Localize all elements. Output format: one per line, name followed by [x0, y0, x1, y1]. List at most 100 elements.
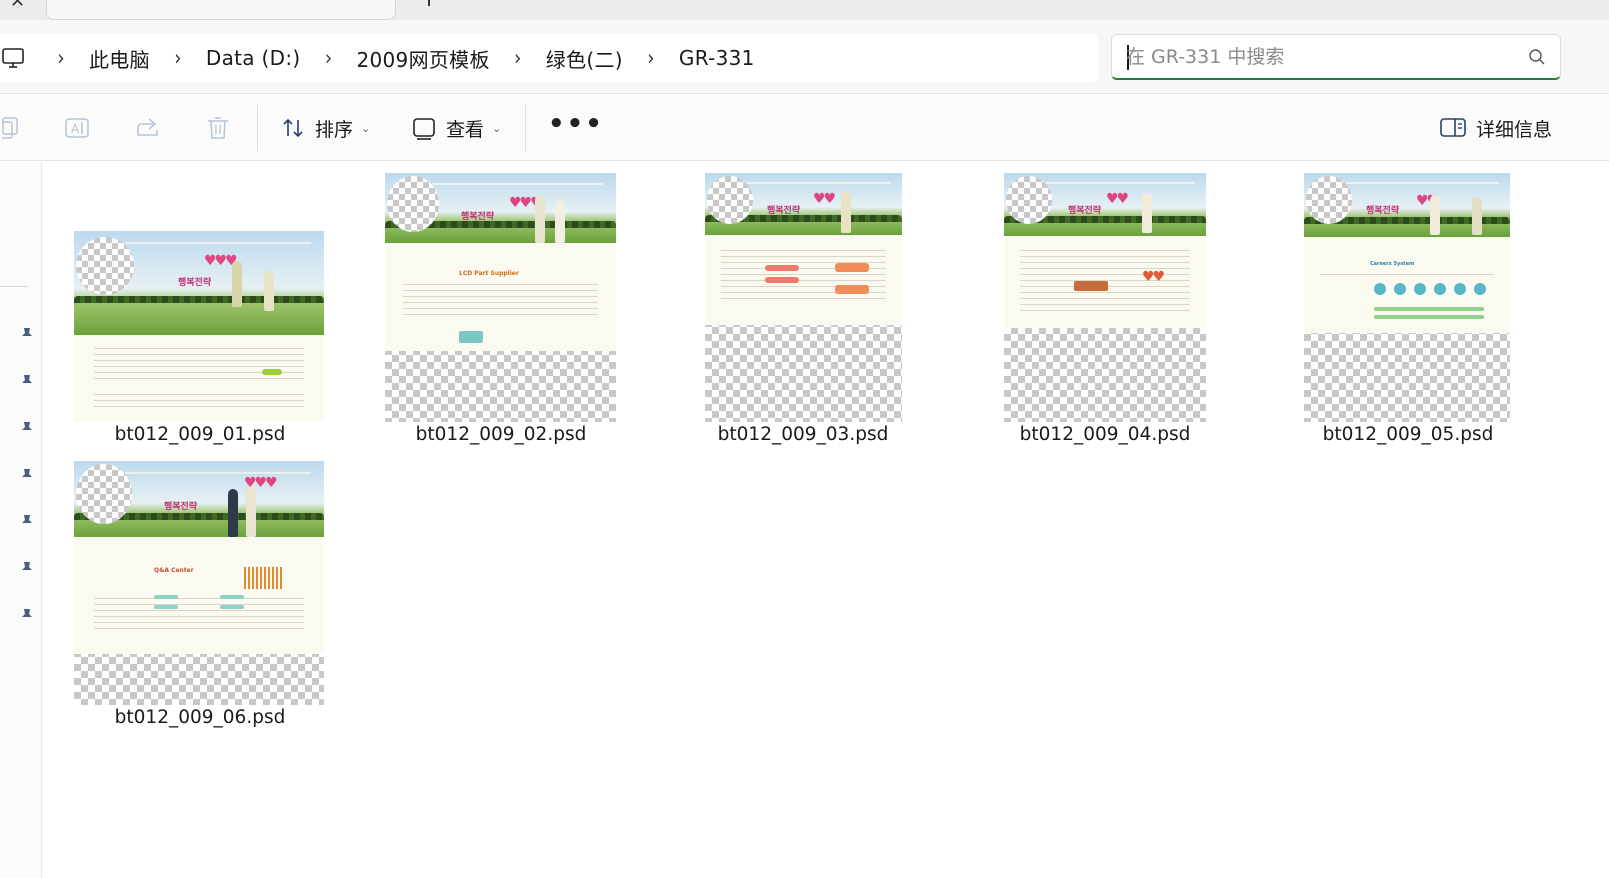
thumbnail-circle-button: [1394, 283, 1406, 295]
thumbnail-person: [264, 271, 274, 311]
thumbnail-table: [1374, 307, 1484, 311]
thumbnail-text-lines: [403, 279, 598, 319]
thumbnail-page: ♥♥ 행복전략 ♥♥: [1004, 173, 1206, 328]
pin-icon[interactable]: [18, 420, 36, 438]
sort-button[interactable]: 排序 ⌄: [281, 109, 370, 147]
file-thumbnail: ♥♥ 행복전략: [705, 173, 902, 422]
thumbnail-person: [1472, 197, 1482, 235]
chevron-right-icon[interactable]: ›: [50, 45, 72, 70]
breadcrumb-items: › 此电脑 › Data (D:) › 2009网页模板 › 绿色(二) › G…: [50, 34, 772, 82]
more-options-icon[interactable]: •••: [548, 111, 604, 137]
thumbnail-pill: [154, 595, 178, 599]
file-item[interactable]: ♥♥♥ 행복전략 Q&A Center bt012_009_06.psd: [50, 455, 350, 735]
thumbnail-pill: [765, 265, 799, 271]
thumbnail-heading: Q&A Center: [154, 567, 194, 574]
thumbnail-slogan: 행복전략: [461, 212, 495, 222]
thumbnail-page: ♥♥♥ 행복전략 LCD Part Supplier: [385, 173, 616, 351]
svg-text:A: A: [71, 122, 80, 136]
thumbnail-person: [232, 261, 242, 307]
file-name[interactable]: bt012_009_04.psd: [955, 424, 1255, 445]
pin-icon[interactable]: [18, 560, 36, 578]
rename-icon[interactable]: A: [64, 115, 90, 141]
breadcrumb-item-data-d[interactable]: Data (D:): [189, 46, 318, 70]
new-tab-icon[interactable]: [428, 0, 430, 6]
share-icon[interactable]: [135, 115, 161, 141]
file-thumbnail: ♥♥♥ 행복전략 Q&A Center: [74, 461, 324, 705]
thumbnail-person: [228, 489, 238, 537]
heart-balloons-icon: ♥♥: [1106, 191, 1129, 207]
toolbar-divider: [257, 105, 258, 151]
delete-icon[interactable]: [205, 115, 231, 141]
view-icon: [413, 118, 435, 140]
thumbnail-text-lines: [94, 389, 304, 411]
thumbnail-circle-button: [1374, 283, 1386, 295]
address-row: › 此电脑 › Data (D:) › 2009网页模板 › 绿色(二) › G…: [0, 20, 1609, 94]
view-button[interactable]: 查看 ⌄: [412, 109, 501, 147]
file-name[interactable]: bt012_009_05.psd: [1258, 424, 1558, 445]
thumbnail-image: [1074, 281, 1108, 291]
file-thumbnail: ♥♥ 행복전략 ♥♥: [1004, 173, 1206, 422]
thumbnail-navbar: [124, 470, 312, 475]
thumbnail-page: ♥♥♥ 행복전략: [74, 231, 324, 422]
search-input[interactable]: [1124, 43, 1504, 71]
pin-icon[interactable]: [18, 326, 36, 344]
breadcrumb-item-gr-331[interactable]: GR-331: [662, 46, 772, 70]
pin-icon[interactable]: [18, 513, 36, 531]
command-bar: A 排序 ⌄ 查看 ⌄ ••• 详细信息: [0, 95, 1609, 161]
file-thumbnail: ♥♥♥ 행복전략: [74, 231, 324, 422]
thumbnail-circle: [387, 176, 439, 232]
balloons-icon: ♥♥: [1142, 269, 1165, 285]
file-item[interactable]: ♥♥ 행복전략 bt012_009_03.psd: [653, 165, 953, 450]
thumbnail-trees: [74, 296, 324, 303]
chevron-right-icon[interactable]: ›: [640, 45, 662, 70]
pin-icon[interactable]: [18, 467, 36, 485]
file-item[interactable]: ♥♥ 행복전략 Careers System bt012_009_05.psd: [1258, 165, 1558, 450]
heart-balloons-icon: ♥♥: [813, 191, 836, 207]
thumbnail-navbar: [124, 240, 312, 245]
file-name[interactable]: bt012_009_01.psd: [50, 424, 350, 445]
breadcrumb[interactable]: › 此电脑 › Data (D:) › 2009网页模板 › 绿色(二) › G…: [0, 34, 1098, 82]
search-box[interactable]: [1111, 34, 1561, 80]
details-pane-button[interactable]: 详细信息: [1440, 109, 1552, 147]
pin-icon[interactable]: [18, 373, 36, 391]
breadcrumb-item-2009-templates[interactable]: 2009网页模板: [339, 44, 506, 73]
thumbnail-slogan: 행복전략: [767, 206, 801, 216]
thumbnail-text-lines: [94, 593, 304, 633]
thumbnail-circle-button: [1414, 283, 1426, 295]
thumbnail-image: [459, 331, 483, 343]
details-pane-icon: [1440, 118, 1466, 137]
close-icon[interactable]: ✕: [10, 0, 25, 12]
file-item[interactable]: ♥♥♥ 행복전략 bt012_009_01.psd: [50, 165, 350, 450]
file-name[interactable]: bt012_009_02.psd: [351, 424, 651, 445]
thumbnail-person: [555, 199, 565, 243]
chevron-right-icon[interactable]: ›: [167, 45, 189, 70]
thumbnail-slogan: 행복전략: [178, 278, 212, 288]
thumbnail-person: [246, 487, 256, 537]
chevron-down-icon: ⌄: [492, 121, 502, 135]
toolbar-divider: [525, 105, 526, 151]
file-name[interactable]: bt012_009_06.psd: [50, 707, 350, 728]
file-item[interactable]: ♥♥ 행복전략 ♥♥ bt012_009_04.psd: [955, 165, 1255, 450]
thumbnail-pill: [765, 277, 799, 283]
tab-test[interactable]: test ✕: [46, 0, 396, 20]
thumbnail-person: [535, 195, 545, 243]
chevron-right-icon[interactable]: ›: [317, 45, 339, 70]
thumbnail-page: ♥♥ 행복전략: [705, 173, 902, 325]
breadcrumb-item-green-2[interactable]: 绿色(二): [529, 44, 640, 73]
thumbnail-slogan: 행복전략: [1366, 206, 1400, 216]
breadcrumb-item-this-pc[interactable]: 此电脑: [72, 44, 167, 73]
thumbnail-button: [262, 369, 282, 375]
search-icon[interactable]: [1528, 48, 1546, 66]
file-name[interactable]: bt012_009_03.psd: [653, 424, 953, 445]
thumbnail-pill: [835, 285, 869, 294]
file-item[interactable]: ♥♥♥ 행복전략 LCD Part Supplier bt012_009_02.…: [351, 165, 651, 450]
thumbnail-text-lines: [1320, 269, 1494, 279]
pin-icon[interactable]: [18, 607, 36, 625]
thumbnail-circle-button: [1474, 283, 1486, 295]
thumbnail-table: [1374, 315, 1484, 319]
copy-icon[interactable]: [2, 115, 28, 141]
this-pc-icon[interactable]: [2, 46, 24, 70]
thumbnail-circle: [76, 237, 134, 295]
thumbnail-page: ♥♥♥ 행복전략 Q&A Center: [74, 461, 324, 654]
chevron-right-icon[interactable]: ›: [507, 45, 529, 70]
